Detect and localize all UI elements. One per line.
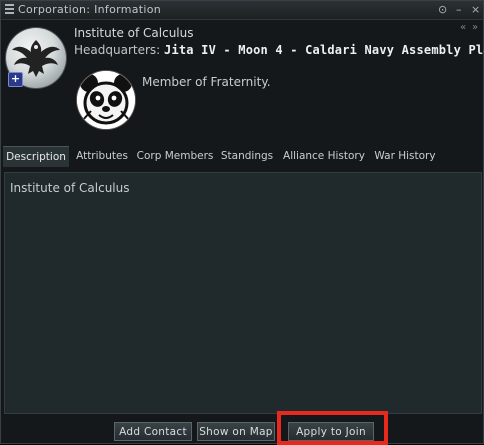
description-panel[interactable]: Institute of Calculus: [4, 172, 482, 414]
corporation-name[interactable]: Institute of Calculus: [74, 26, 194, 40]
tab-attributes[interactable]: Attributes: [73, 146, 131, 166]
alliance-logo[interactable]: [77, 71, 135, 129]
corporation-info-window: Corporation: Information ⊙ – × « » + Ins…: [0, 0, 484, 445]
headquarters-link[interactable]: Jita IV - Moon 4 - Caldari Navy Assembly…: [164, 43, 484, 57]
tab-corp-members[interactable]: Corp Members: [136, 146, 214, 166]
close-icon[interactable]: ×: [471, 3, 480, 16]
description-text: Institute of Calculus: [10, 181, 130, 195]
minimize-icon[interactable]: –: [456, 3, 462, 16]
history-forward-icon[interactable]: »: [472, 22, 478, 33]
add-contact-button[interactable]: Add Contact: [114, 422, 192, 441]
tab-war-history[interactable]: War History: [372, 146, 438, 166]
settings-icon[interactable]: ⊙: [438, 3, 447, 16]
headquarters-line: Headquarters: Jita IV - Moon 4 - Caldari…: [74, 43, 484, 57]
tab-bar: Description Attributes Corp Members Stan…: [2, 146, 482, 167]
alliance-membership[interactable]: Member of Fraternity.: [142, 75, 271, 89]
tab-description[interactable]: Description: [3, 146, 69, 167]
tab-alliance-history[interactable]: Alliance History: [281, 146, 367, 166]
panda-icon: [77, 71, 135, 129]
highlight-box: [277, 411, 388, 445]
show-on-map-button[interactable]: Show on Map: [197, 422, 275, 441]
tab-standings[interactable]: Standings: [219, 146, 275, 166]
menu-icon[interactable]: [5, 4, 14, 15]
headquarters-label: Headquarters:: [74, 43, 161, 57]
title-bar[interactable]: Corporation: Information ⊙ – ×: [1, 1, 483, 20]
window-title: Corporation: Information: [18, 3, 162, 16]
history-back-icon[interactable]: «: [460, 22, 466, 33]
add-contact-badge[interactable]: +: [8, 72, 23, 87]
